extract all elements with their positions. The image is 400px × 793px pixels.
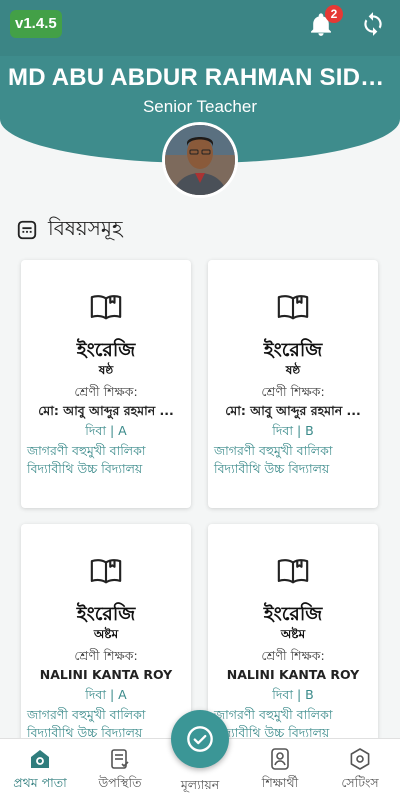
class-teacher-label: শ্রেণী শিক্ষক: (74, 648, 138, 663)
shift-section: দিবা | A (85, 423, 127, 438)
nav-label: শিক্ষার্থী (261, 775, 299, 790)
book-icon (277, 295, 309, 320)
school-name: জাগরণী বহুমুখী বালিকা বিদ্যাবীথি উচ্চ বি… (27, 443, 146, 476)
book-icon (90, 559, 122, 584)
nav-item-attendance[interactable]: উপস্থিতি (80, 739, 160, 793)
nav-label: সেটিংস (341, 775, 379, 790)
subjects-icon (17, 220, 37, 240)
class-teacher-name: মো: আবু আব্দুর রহমান ... (38, 403, 174, 418)
section-header: বিষয়সমূহ (16, 215, 123, 245)
class-name: ষষ্ঠ (98, 363, 114, 377)
school-name: জাগরণী বহুমুখী বালিকা বিদ্যাবীথি উচ্চ বি… (214, 707, 333, 740)
attendance-icon (111, 749, 129, 769)
version-badge: v1.4.5 (10, 10, 62, 38)
class-teacher-label: শ্রেণী শিক্ষক: (74, 384, 138, 399)
class-teacher-label: শ্রেণী শিক্ষক: (261, 648, 325, 663)
nav-item-students[interactable]: শিক্ষার্থী (240, 739, 320, 793)
class-name: অষ্টম (280, 627, 306, 641)
nav-label: মূল্যায়ন (180, 777, 220, 792)
subject-card[interactable]: ইংরেজি অষ্টম শ্রেণী শিক্ষক: NALINI KANTA… (208, 524, 378, 772)
check-circle-icon (187, 726, 213, 752)
teacher-role: Senior Teacher (142, 97, 258, 116)
notification-count-badge: 2 (325, 5, 343, 23)
home-icon (31, 750, 49, 768)
nav-label: উপস্থিতি (98, 775, 142, 790)
book-icon (90, 295, 122, 320)
subject-card[interactable]: ইংরেজি ষষ্ঠ শ্রেণী শিক্ষক: মো: আবু আব্দু… (21, 260, 191, 508)
shift-section: দিবা | B (272, 687, 314, 702)
class-teacher-name: NALINI KANTA ROY (226, 667, 360, 682)
sync-icon[interactable] (360, 11, 386, 37)
evaluation-fab-button[interactable] (171, 710, 229, 768)
class-teacher-name: NALINI KANTA ROY (39, 667, 173, 682)
class-teacher-name: মো: আবু আব্দুর রহমান ... (225, 403, 361, 418)
section-title: বিষয়সমূহ (48, 215, 123, 240)
avatar-photo (165, 125, 235, 195)
class-name: ষষ্ঠ (285, 363, 301, 377)
nav-item-settings[interactable]: সেটিংস (320, 739, 400, 793)
book-icon (277, 559, 309, 584)
class-name: অষ্টম (93, 627, 119, 641)
teacher-name: MD ABU ABDUR RAHMAN SIDDI... (8, 64, 400, 91)
nav-label: প্রথম পাতা (13, 775, 67, 790)
student-icon (271, 748, 289, 770)
avatar[interactable] (162, 122, 238, 198)
nav-item-home[interactable]: প্রথম পাতা (0, 739, 80, 793)
shift-section: দিবা | B (272, 423, 314, 438)
settings-icon (350, 748, 370, 770)
app-screen: v1.4.5 2 MD ABU ABDUR RAHMAN SIDDI... Se… (0, 0, 400, 793)
shift-section: দিবা | A (85, 687, 127, 702)
school-name: জাগরণী বহুমুখী বালিকা বিদ্যাবীথি উচ্চ বি… (27, 707, 146, 740)
class-teacher-label: শ্রেণী শিক্ষক: (261, 384, 325, 399)
subject-card[interactable]: ইংরেজি ষষ্ঠ শ্রেণী শিক্ষক: মো: আবু আব্দু… (208, 260, 378, 508)
subject-card[interactable]: ইংরেজি অষ্টম শ্রেণী শিক্ষক: NALINI KANTA… (21, 524, 191, 772)
school-name: জাগরণী বহুমুখী বালিকা বিদ্যাবীথি উচ্চ বি… (214, 443, 333, 476)
